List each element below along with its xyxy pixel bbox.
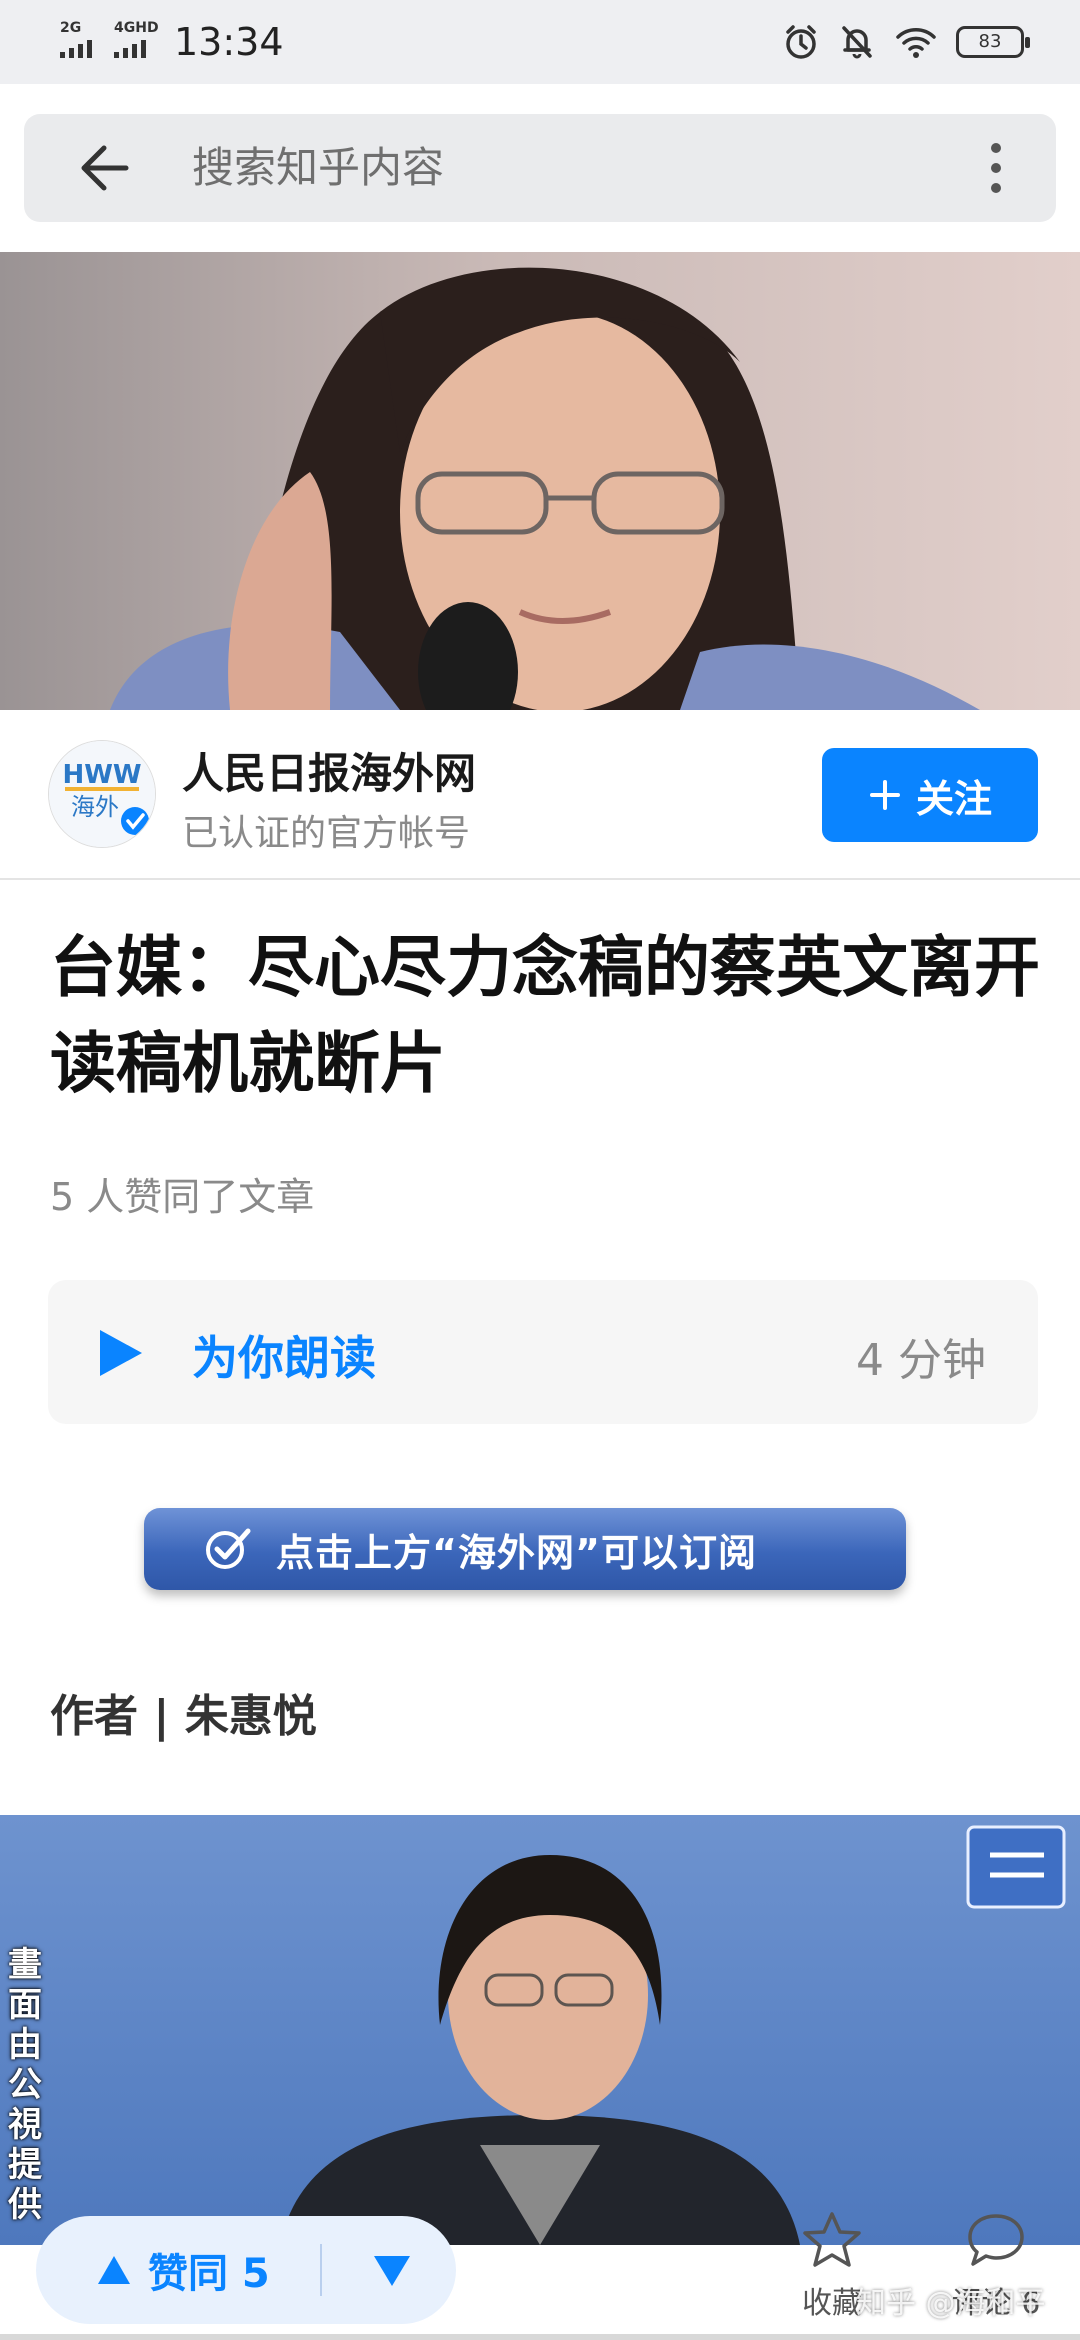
author-avatar[interactable]: HWW 海外 [48,740,156,848]
article-photo: 畫面由公視提供 [0,1815,1080,2245]
bottom-progress-strip [0,2334,1080,2340]
signal-2g-label: 2G [60,20,82,36]
read-aloud-label[interactable]: 为你朗读 [192,1322,376,1388]
mute-bell-icon [842,26,872,59]
author-row: HWW 海外 人民日报海外网 已认证的官方帐号 关注 [0,710,1080,880]
status-icons: 83 [782,18,1030,66]
upvote-button[interactable]: 赞同 5 [96,2216,270,2324]
read-duration: 4 分钟 [856,1335,986,1386]
vote-pill: 赞同 5 [36,2216,456,2324]
upvote-triangle-icon [98,2256,130,2284]
signal-4g-icon: 4GHD [114,20,166,60]
photo-credit-caption: 畫面由公視提供 [8,1945,42,2225]
upvote-label: 赞同 5 [148,2251,270,2297]
follow-label: 关注 [915,776,992,821]
back-arrow-icon[interactable] [74,138,134,198]
top-header: 搜索知乎内容 [0,84,1080,254]
plus-icon [869,780,900,810]
wifi-icon [896,28,936,58]
status-time: 13:34 [174,20,284,64]
alarm-icon [786,25,816,59]
svg-text:海外: 海外 [71,793,119,821]
vote-divider [320,2244,322,2296]
signal-4g-label: 4GHD [114,20,159,36]
signal-2g-icon: 2G [60,20,104,60]
avatar-logo-text: HWW [62,760,141,790]
article-title: 台媒：尽心尽力念稿的蔡英文离开读稿机就断片 [50,929,1040,1102]
search-bar[interactable]: 搜索知乎内容 [24,114,1056,222]
battery-icon: 83 [956,26,1030,58]
play-icon[interactable] [96,1328,146,1378]
status-bar: 2G 4GHD 13:34 83 [0,0,1080,84]
follow-button[interactable]: 关注 [822,748,1038,842]
search-input[interactable]: 搜索知乎内容 [192,142,444,194]
subscribe-banner-image: 点击上方“海外网”可以订阅 [144,1508,906,1590]
read-aloud-card[interactable]: 为你朗读 4 分钟 [48,1280,1038,1424]
star-icon [803,2212,861,2267]
author-verified-label: 已认证的官方帐号 [182,813,471,854]
author-name[interactable]: 人民日报海外网 [182,740,476,801]
check-icon [206,1528,251,1569]
bottom-action-bar: 赞同 5 收藏 评论 6 知乎 @海和平 [0,2196,1080,2340]
downvote-triangle-icon[interactable] [370,2248,414,2292]
likes-count-text[interactable]: 5 人赞同了文章 [50,1166,314,1221]
battery-level: 83 [978,31,1002,52]
zhihu-watermark: 知乎 @海和平 [856,2286,1046,2321]
subscribe-banner-text: 点击上方“海外网”可以订阅 [276,1530,757,1575]
more-vertical-icon[interactable] [986,138,1006,198]
comment-bubble-icon [968,2214,1024,2266]
article-byline: 作者 | 朱惠悦 [50,1691,317,1742]
article-cover-image [0,252,1080,710]
